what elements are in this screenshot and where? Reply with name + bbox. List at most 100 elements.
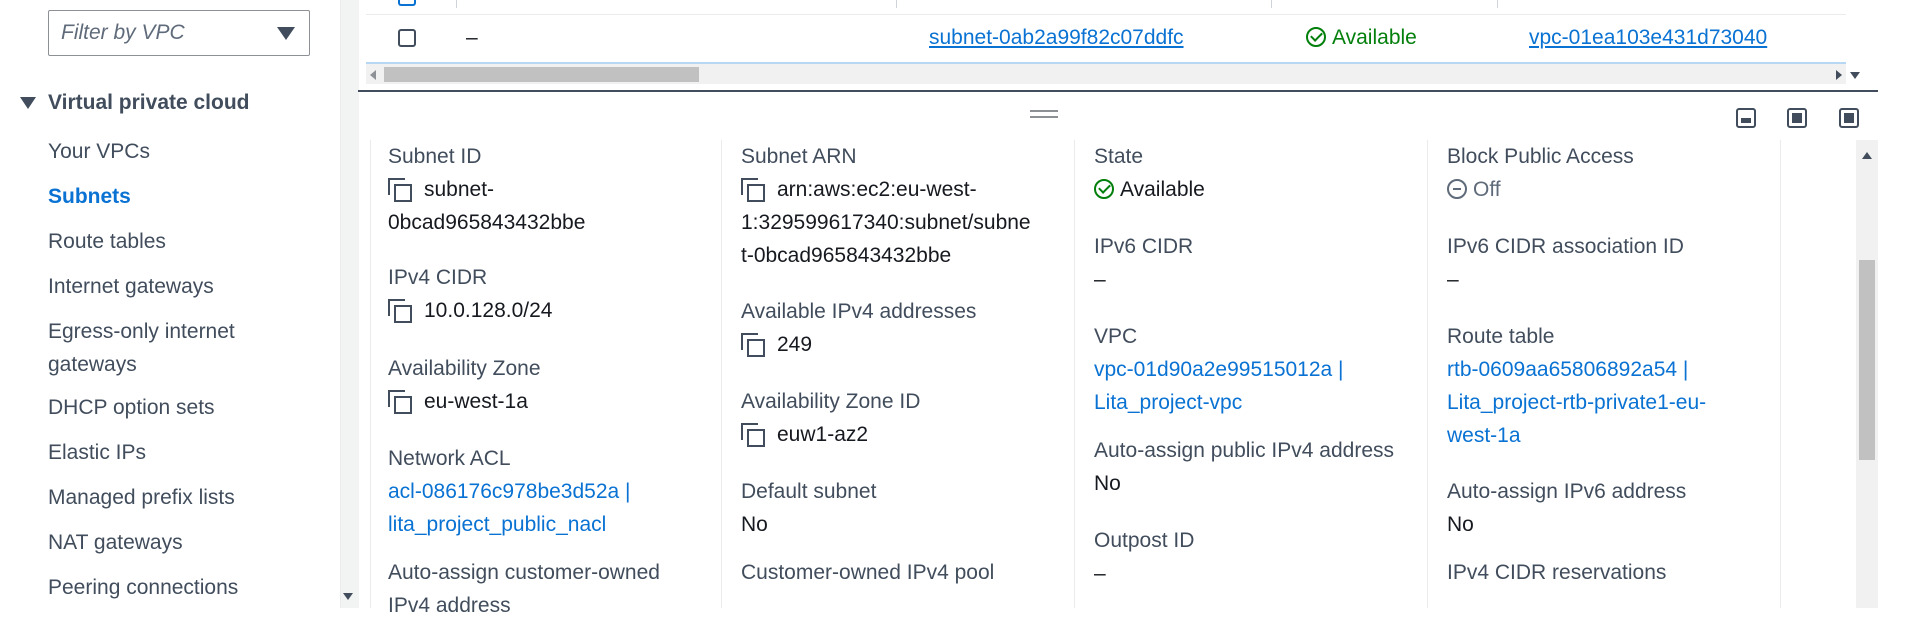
available-ipv4-value: 249 [777,333,813,356]
minus-circle-icon [1447,179,1467,199]
copy-icon[interactable] [741,178,765,202]
row-name: – [466,26,478,49]
availability-zone-id-label: Availability Zone ID [741,390,921,413]
network-acl-label: Network ACL [388,447,511,470]
column-divider [370,140,371,608]
available-ipv4-label: Available IPv4 addresses [741,300,977,323]
nav-your-vpcs[interactable]: Your VPCs [48,135,150,168]
column-divider [721,140,722,608]
ipv4-cidr-value: 10.0.128.0/24 [424,299,553,322]
panel-bottom-icon[interactable] [1736,108,1756,128]
auto-assign-public-label: Auto-assign public IPv4 address [1094,439,1394,462]
block-public-access-value: Off [1473,178,1501,201]
auto-assign-coip-label-2: IPv4 address [388,594,511,617]
details-column-2: Subnet ARN arn:aws:ec2:eu-west- 1:329599… [741,140,1041,608]
scroll-right-arrow-icon[interactable] [1836,70,1842,80]
row-state: Available [1306,26,1417,50]
copy-icon[interactable] [388,390,412,414]
main-content: – subnet-0ab2a99f82c07ddfc Available vpc… [358,0,1920,617]
vpc-link-2[interactable]: Lita_project-vpc [1094,391,1242,414]
subnet-details-panel: Subnet ID subnet- 0bcad965843432bbe IPv4… [370,140,1838,617]
state-label: State [1094,145,1144,168]
sidebar-scrollbar[interactable] [340,0,359,608]
route-table-label: Route table [1447,325,1555,348]
details-column-1: Subnet ID subnet- 0bcad965843432bbe IPv4… [388,140,688,617]
block-public-access-label: Block Public Access [1447,145,1634,168]
details-scroll-thumb[interactable] [1859,260,1875,460]
column-divider [1074,140,1075,608]
ipv6-cidr-value: – [1094,268,1106,291]
row-vpc-link[interactable]: vpc-01ea103e431d73040 [1529,26,1767,50]
scroll-down-arrow-icon[interactable] [343,593,353,600]
column-divider [1780,140,1781,608]
column-separator [1271,0,1272,8]
table-row[interactable]: – subnet-0ab2a99f82c07ddfc Available vpc… [366,14,1846,64]
outpost-id-label: Outpost ID [1094,529,1195,552]
availability-zone-id-value: euw1-az2 [777,423,869,446]
ipv6-cidr-label: IPv6 CIDR [1094,235,1194,258]
ipv6-association-value: – [1447,268,1459,291]
route-table-link-2[interactable]: Lita_project-rtb-private1-eu- [1447,391,1706,414]
availability-zone-label: Availability Zone [388,357,541,380]
network-acl-link-2[interactable]: lita_project_public_nacl [388,513,606,536]
table-header [366,0,1846,15]
row-state-text: Available [1332,26,1417,49]
caret-down-icon [20,97,36,109]
select-all-checkbox[interactable] [398,0,416,6]
nav-subnets[interactable]: Subnets [48,180,131,213]
nav-dhcp-option-sets[interactable]: DHCP option sets [48,391,215,424]
details-scrollbar[interactable] [1856,140,1878,608]
default-subnet-value: No [741,513,768,536]
vpc-filter-select[interactable]: Filter by VPC [48,10,310,56]
horizontal-scrollbar[interactable] [366,64,1846,84]
horizontal-scroll-thumb[interactable] [384,67,699,82]
copy-icon[interactable] [741,423,765,447]
subnet-id-value-2: 0bcad965843432bbe [388,211,586,234]
default-subnet-label: Default subnet [741,480,877,503]
nav-route-tables[interactable]: Route tables [48,225,166,258]
network-acl-link-1[interactable]: acl-086176c978be3d52a | [388,480,631,503]
route-table-link-3[interactable]: west-1a [1447,424,1521,447]
copy-icon[interactable] [741,333,765,357]
nav-elastic-ips[interactable]: Elastic IPs [48,436,146,469]
column-separator [456,0,457,8]
copy-icon[interactable] [388,178,412,202]
vpc-filter-placeholder: Filter by VPC [61,21,185,44]
column-separator [1497,0,1498,8]
ipv4-cidr-label: IPv4 CIDR [388,266,488,289]
subnet-arn-label: Subnet ARN [741,145,857,168]
subnet-id-label: Subnet ID [388,145,482,168]
state-value: Available [1120,178,1205,201]
check-circle-icon [1306,27,1326,47]
row-checkbox[interactable] [398,29,416,47]
route-table-link-1[interactable]: rtb-0609aa65806892a54 | [1447,358,1688,381]
auto-assign-ipv6-label: Auto-assign IPv6 address [1447,480,1687,503]
nav-peering-connections[interactable]: Peering connections [48,571,238,604]
column-divider [1427,140,1428,608]
copy-icon[interactable] [388,299,412,323]
scroll-left-arrow-icon[interactable] [370,70,376,80]
subnet-arn-value-2: 1:329599617340:subnet/subne [741,211,1031,234]
scroll-down-arrow-icon[interactable] [1850,72,1860,79]
panel-full-icon[interactable] [1839,108,1859,128]
column-separator [896,0,897,8]
nav-managed-prefix-lists[interactable]: Managed prefix lists [48,481,235,514]
ipv6-association-label: IPv6 CIDR association ID [1447,235,1684,258]
scroll-up-arrow-icon[interactable] [1862,152,1872,159]
check-circle-icon [1094,179,1114,199]
vpc-link-1[interactable]: vpc-01d90a2e99515012a | [1094,358,1344,381]
auto-assign-ipv6-value: No [1447,513,1474,536]
nav-nat-gateways[interactable]: NAT gateways [48,526,183,559]
auto-assign-coip-label: Auto-assign customer-owned [388,561,660,584]
panel-side-icon[interactable] [1787,108,1807,128]
nav-egress-only-internet-gateways[interactable]: Egress-only internet gateways [48,315,268,381]
caret-down-icon [277,27,295,40]
row-subnet-id-link[interactable]: subnet-0ab2a99f82c07ddfc [929,26,1184,50]
section-toggle-vpc[interactable]: Virtual private cloud [20,91,250,115]
outpost-id-value: – [1094,562,1106,585]
details-column-4: Block Public Access Off IPv6 CIDR associ… [1447,140,1747,608]
drag-handle-icon[interactable] [1030,110,1058,118]
subnet-id-value-1: subnet- [424,178,495,201]
nav-internet-gateways[interactable]: Internet gateways [48,270,214,303]
auto-assign-public-value: No [1094,472,1121,495]
